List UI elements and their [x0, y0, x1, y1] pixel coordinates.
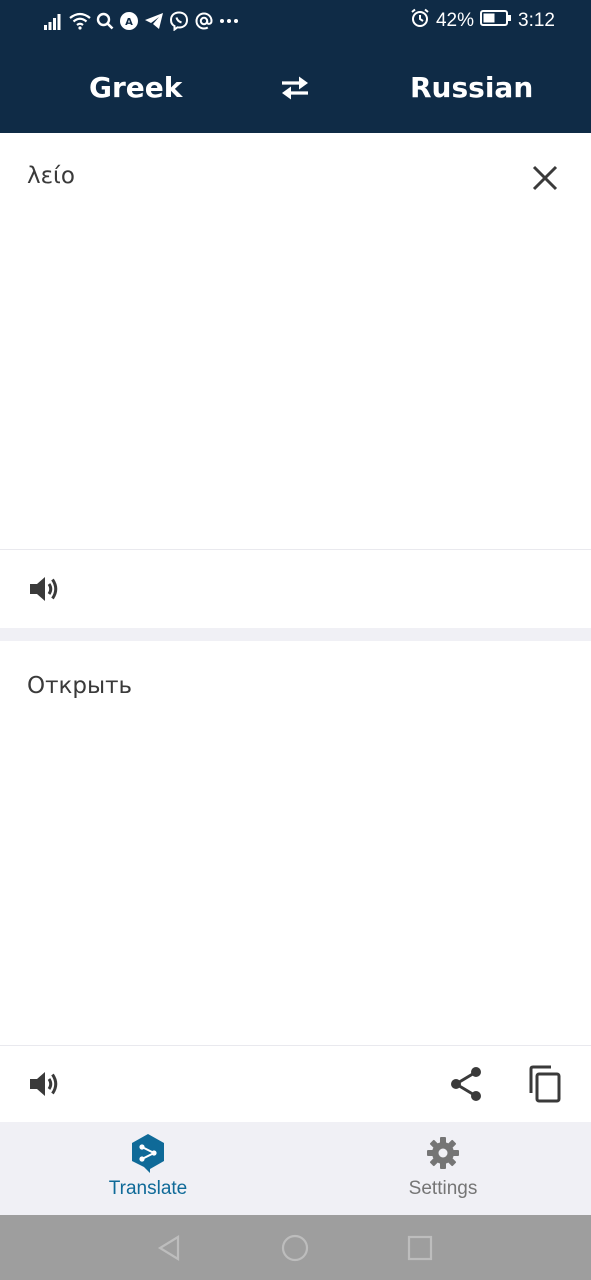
viber-icon [169, 11, 189, 31]
battery-icon [480, 10, 512, 32]
telegram-icon [144, 12, 164, 30]
translation-output: Открыть [27, 673, 133, 699]
speak-source-button[interactable] [26, 570, 64, 608]
target-language-button[interactable]: Russian [410, 68, 533, 108]
share-icon [451, 1067, 481, 1101]
panel-separator [0, 628, 591, 641]
nav-settings-label: Settings [408, 1178, 478, 1199]
swap-arrows-icon [282, 76, 308, 100]
nav-translate-label: Translate [108, 1178, 188, 1199]
app-notification-icon: A [119, 11, 139, 31]
system-navigation-bar [0, 1215, 591, 1280]
nav-settings-tab[interactable]: Settings [363, 1122, 523, 1215]
system-back-button[interactable] [154, 1233, 184, 1263]
copy-icon [529, 1065, 561, 1103]
at-icon [194, 11, 214, 31]
more-icon [219, 17, 239, 25]
share-button[interactable] [447, 1064, 485, 1104]
recent-apps-icon [407, 1235, 433, 1261]
swap-languages-button[interactable] [276, 70, 314, 106]
copy-button[interactable] [524, 1063, 566, 1105]
status-bar: A 42% 3:12 [0, 0, 591, 42]
clock-time: 3:12 [518, 10, 555, 31]
speaker-icon [30, 1072, 58, 1096]
source-text-panel[interactable]: λείο [0, 133, 591, 550]
status-system-icons: 42% 3:12 [410, 8, 555, 34]
deepl-logo-icon [128, 1132, 168, 1174]
clear-text-button[interactable] [527, 160, 563, 196]
nav-translate-tab[interactable]: Translate [68, 1122, 228, 1215]
system-recent-apps-button[interactable] [405, 1233, 435, 1263]
gear-icon [423, 1132, 463, 1174]
alarm-icon [410, 8, 430, 34]
speaker-icon [30, 577, 58, 601]
search-icon [96, 12, 114, 30]
battery-percent: 42% [435, 10, 475, 31]
source-text-input[interactable]: λείο [27, 163, 75, 189]
signal-icon [44, 12, 64, 30]
status-notification-icons: A [44, 9, 239, 33]
speak-translation-button[interactable] [26, 1065, 64, 1103]
system-home-button[interactable] [280, 1233, 310, 1263]
source-toolbar [0, 550, 591, 628]
source-language-button[interactable]: Greek [89, 68, 182, 108]
translation-toolbar [0, 1046, 591, 1122]
app-header: A 42% 3:12 Greek Russian [0, 0, 591, 133]
translation-panel: Открыть [0, 641, 591, 1045]
wifi-icon [69, 12, 91, 30]
svg-text:A: A [125, 17, 133, 28]
language-bar: Greek Russian [0, 62, 591, 118]
close-icon [532, 165, 558, 191]
back-icon [157, 1235, 180, 1261]
bottom-navigation: Translate Settings [0, 1122, 591, 1215]
home-icon [281, 1234, 309, 1262]
